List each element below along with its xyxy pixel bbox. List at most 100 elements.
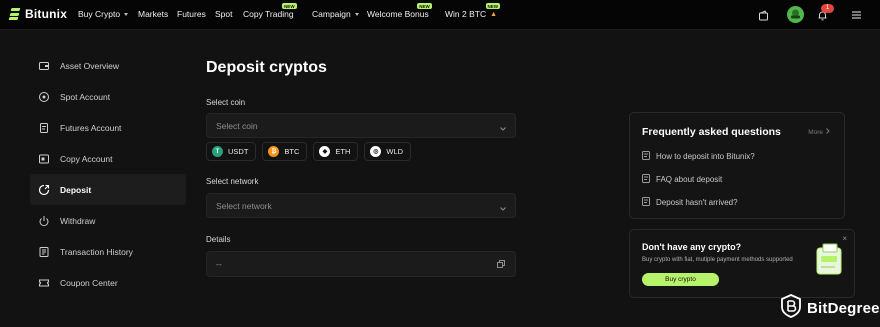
copy-icon[interactable] — [497, 260, 505, 270]
details-box: -- — [206, 251, 516, 277]
coin-symbol: BTC — [284, 147, 300, 156]
coin-chip-wld[interactable]: ◎ WLD — [364, 142, 412, 161]
brand-name: Bitunix — [25, 7, 68, 21]
btc-icon: ₿ — [268, 146, 280, 157]
top-navigation-bar: Bitunix Buy Crypto Markets Futures Spot … — [0, 0, 880, 30]
select-coin-placeholder: Select coin — [216, 120, 258, 131]
notification-count-badge: 1 — [821, 4, 834, 13]
history-icon — [38, 246, 50, 258]
new-badge: NEW — [485, 3, 501, 9]
nav-buy-crypto[interactable]: Buy Crypto — [78, 9, 129, 19]
fire-icon: ▲ — [490, 10, 498, 18]
new-badge: NEW — [417, 3, 432, 9]
faq-item[interactable]: Deposit hasn't arrived? — [642, 197, 738, 208]
document-icon — [38, 122, 50, 134]
bitdegree-logo-icon — [780, 294, 802, 323]
document-icon — [642, 197, 650, 208]
brand-logo[interactable]: Bitunix — [8, 7, 68, 21]
sidebar-item-label: Futures Account — [60, 122, 122, 133]
wallet-icon — [38, 60, 50, 72]
power-icon — [38, 215, 50, 227]
sidebar-item-transaction-history[interactable]: Transaction History — [30, 236, 186, 267]
nav-futures[interactable]: Futures — [177, 9, 206, 19]
menu-icon[interactable] — [848, 7, 864, 23]
usdt-icon: T — [212, 146, 223, 157]
chevron-down-icon — [500, 123, 506, 133]
faq-card: Frequently asked questions More How to d… — [629, 112, 845, 219]
nav-spot-label: Spot — [215, 9, 233, 19]
sidebar-item-label: Asset Overview — [60, 60, 120, 71]
promo-subtitle: Buy crypto with fiat, mutiple payment me… — [642, 257, 793, 263]
document-icon — [642, 151, 650, 162]
nav-welcome-bonus[interactable]: Welcome Bonus NEW — [367, 3, 432, 19]
nav-copy-trading-label: Copy Trading — [243, 9, 294, 19]
wld-icon: ◎ — [370, 146, 382, 157]
faq-item-label: How to deposit into Bitunix? — [656, 152, 755, 161]
faq-more-link[interactable]: More — [808, 128, 830, 136]
select-network-placeholder: Select network — [216, 200, 272, 211]
select-network-dropdown[interactable]: Select network — [206, 193, 516, 218]
nav-welcome-bonus-label: Welcome Bonus — [367, 9, 429, 19]
coin-chip-btc[interactable]: ₿ BTC — [262, 142, 308, 161]
coin-symbol: USDT — [228, 147, 249, 156]
nav-win-2-btc-label: Win 2 BTC — [445, 9, 487, 19]
sidebar-item-futures-account[interactable]: Futures Account — [30, 112, 186, 143]
coin-chip-usdt[interactable]: T USDT — [206, 142, 257, 161]
sidebar-item-label: Withdraw — [60, 215, 96, 226]
chevron-right-icon — [826, 128, 830, 136]
new-badge: NEW — [282, 3, 297, 9]
faq-item-label: Deposit hasn't arrived? — [656, 198, 738, 207]
select-coin-label: Select coin — [206, 98, 246, 107]
account-sidebar: Asset Overview Spot Account Futures Acco… — [30, 50, 186, 298]
nav-markets-label: Markets — [138, 9, 169, 19]
nav-campaign-label: Campaign — [312, 9, 351, 19]
bitdegree-watermark: BitDegree — [780, 294, 880, 323]
coupon-icon — [38, 277, 50, 289]
details-value: -- — [216, 259, 222, 269]
eth-icon: ◆ — [319, 146, 331, 157]
document-icon — [642, 174, 650, 185]
coin-icon — [38, 91, 50, 103]
chevron-down-icon — [500, 203, 506, 213]
nav-campaign[interactable]: Campaign — [312, 9, 359, 19]
nav-copy-trading[interactable]: Copy Trading NEW — [243, 3, 297, 19]
avatar[interactable] — [787, 6, 804, 23]
faq-title: Frequently asked questions — [642, 126, 781, 138]
faq-item[interactable]: FAQ about deposit — [642, 174, 722, 185]
details-label: Details — [206, 235, 231, 244]
bitunix-logo-icon — [8, 8, 22, 20]
select-coin-dropdown[interactable]: Select coin — [206, 113, 516, 138]
sidebar-item-label: Copy Account — [60, 153, 113, 164]
sidebar-item-label: Deposit — [60, 184, 92, 195]
quick-coin-list: T USDT ₿ BTC ◆ ETH ◎ WLD — [206, 142, 412, 161]
sidebar-item-coupon-center[interactable]: Coupon Center — [30, 267, 186, 298]
sidebar-item-spot-account[interactable]: Spot Account — [30, 81, 186, 112]
nav-win-2-btc[interactable]: Win 2 BTC ▲ NEW — [445, 3, 501, 19]
sidebar-item-copy-account[interactable]: Copy Account — [30, 143, 186, 174]
coin-symbol: WLD — [386, 147, 404, 156]
nav-markets[interactable]: Markets — [138, 9, 168, 19]
sidebar-item-label: Transaction History — [60, 246, 133, 257]
nav-buy-crypto-label: Buy Crypto — [78, 9, 121, 19]
page-title: Deposit cryptos — [206, 59, 327, 76]
sidebar-item-label: Coupon Center — [60, 277, 118, 288]
faq-more-label: More — [808, 128, 823, 136]
select-network-label: Select network — [206, 177, 259, 186]
nav-spot[interactable]: Spot — [215, 9, 233, 19]
sidebar-item-withdraw[interactable]: Withdraw — [30, 205, 186, 236]
wallet-icon[interactable] — [755, 7, 771, 23]
chevron-down-icon — [124, 12, 129, 16]
buy-crypto-promo-card: Don't have any crypto? Buy crypto with f… — [629, 229, 855, 298]
nav-futures-label: Futures — [177, 9, 206, 19]
sidebar-item-deposit[interactable]: Deposit — [30, 174, 186, 205]
buy-crypto-button[interactable]: Buy crypto — [642, 273, 719, 286]
coin-symbol: ETH — [335, 147, 351, 156]
watermark-text: BitDegree — [807, 300, 880, 317]
deposit-icon — [38, 184, 50, 196]
chevron-down-icon — [354, 12, 359, 16]
sidebar-item-label: Spot Account — [60, 91, 111, 102]
coin-chip-eth[interactable]: ◆ ETH — [313, 142, 359, 161]
faq-item[interactable]: How to deposit into Bitunix? — [642, 151, 755, 162]
sidebar-item-asset-overview[interactable]: Asset Overview — [30, 50, 186, 81]
copy-account-icon — [38, 153, 50, 165]
